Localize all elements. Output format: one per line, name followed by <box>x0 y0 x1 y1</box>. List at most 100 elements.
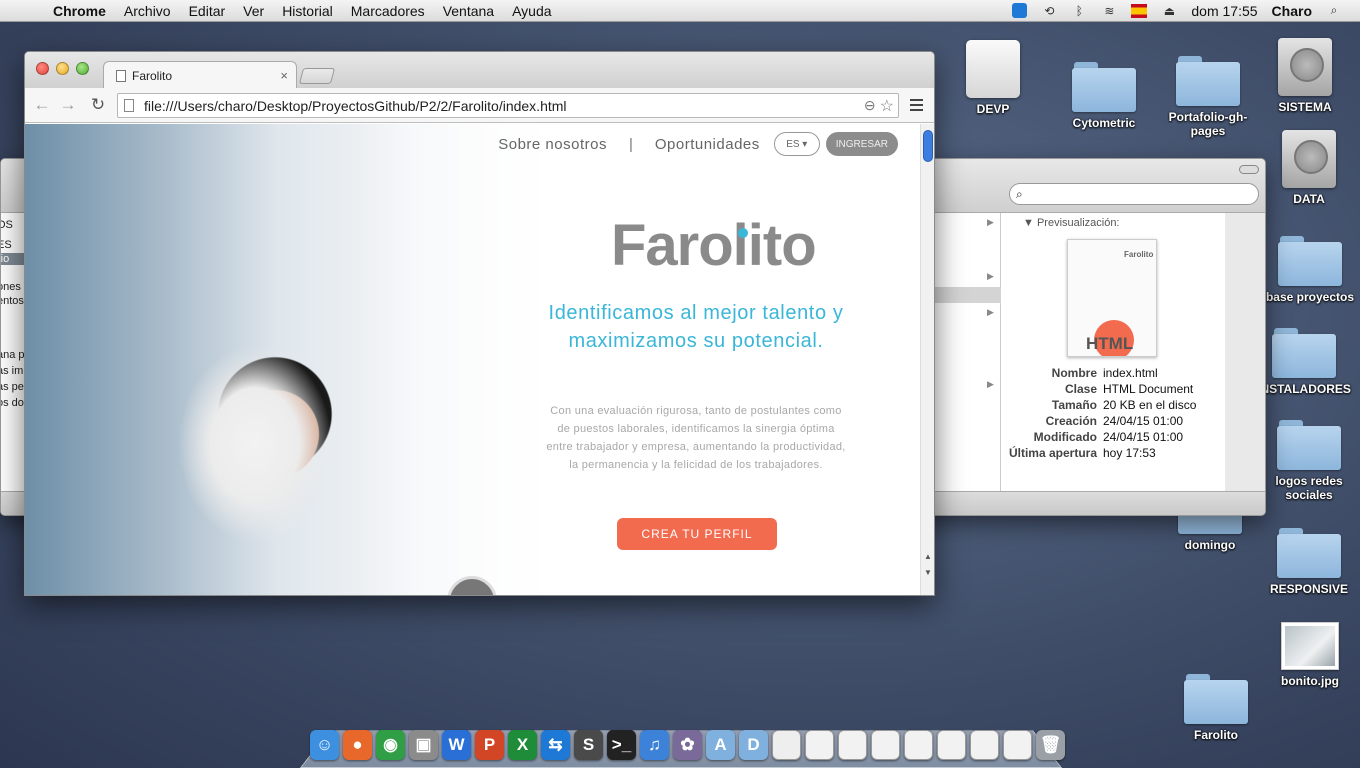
desktop-item-base-proyectos[interactable]: base proyectos <box>1260 236 1360 304</box>
input-source-flag-icon[interactable] <box>1131 3 1148 18</box>
sublime-icon[interactable]: S <box>574 730 603 760</box>
search-icon: ⌕ <box>1016 186 1023 201</box>
menu-app-name[interactable]: Chrome <box>44 3 115 19</box>
file-icon[interactable] <box>772 730 801 760</box>
screenshot-icon[interactable] <box>838 730 867 760</box>
disclosure-arrow-icon[interactable]: ▶ <box>987 271 994 282</box>
screenshot-icon[interactable] <box>871 730 900 760</box>
selected-row[interactable] <box>935 287 1001 303</box>
scrollbar-thumb[interactable] <box>923 130 933 162</box>
disclosure-arrow-icon[interactable]: ▶ <box>987 217 994 228</box>
scroll-down-arrow-icon[interactable]: ▼ <box>924 568 932 577</box>
list-item[interactable]: ES <box>1 239 26 251</box>
desktop-item-farolito[interactable]: Farolito <box>1166 674 1266 742</box>
applications-folder-icon[interactable]: A <box>706 730 735 760</box>
bluetooth-icon[interactable]: ᛒ <box>1071 4 1087 18</box>
folder-icon <box>1278 236 1342 286</box>
web-page: Sobre nosotros | Oportunidades ES ▾ INGR… <box>25 124 920 595</box>
disclosure-arrow-icon[interactable]: ▶ <box>987 379 994 390</box>
brand-logo: Farolito <box>611 213 817 278</box>
chrome-menu-icon[interactable] <box>910 99 923 111</box>
new-tab-button[interactable] <box>298 68 336 84</box>
bookmark-star-icon[interactable]: ☆ <box>880 96 894 116</box>
toolbar-toggle-button[interactable] <box>1239 165 1259 174</box>
teamviewer-icon[interactable]: ⇆ <box>541 730 570 760</box>
chrome-icon[interactable]: ◉ <box>376 730 405 760</box>
terminal-icon[interactable]: >_ <box>607 730 636 760</box>
excel-icon[interactable]: X <box>508 730 537 760</box>
menu-user[interactable]: Charo <box>1272 3 1312 19</box>
menu-historial[interactable]: Historial <box>273 3 342 19</box>
finder-search-input[interactable]: ⌕ <box>1009 183 1259 205</box>
menu-ver[interactable]: Ver <box>234 3 273 19</box>
zoom-window-button[interactable] <box>76 62 89 75</box>
tab-farolito[interactable]: Farolito × <box>103 61 297 89</box>
menu-editar[interactable]: Editar <box>180 3 235 19</box>
finder-icon[interactable]: ☺ <box>310 730 339 760</box>
finder-column: ▶ ▶ ▶ ▶ <box>935 213 1001 491</box>
preview-header[interactable]: ▼ Previsualización: <box>1023 217 1120 229</box>
desktop-item-bonito[interactable]: bonito.jpg <box>1260 622 1360 688</box>
close-tab-icon[interactable]: × <box>280 68 288 83</box>
itunes-icon[interactable]: ♫ <box>640 730 669 760</box>
desktop-item-logos-redes[interactable]: logos redes sociales <box>1259 420 1359 502</box>
html-badge: HTML <box>1086 334 1134 353</box>
desktop-item-devp[interactable]: DEVP <box>943 40 1043 116</box>
list-item[interactable]: entos <box>1 295 26 307</box>
menu-clock[interactable]: dom 17:55 <box>1191 3 1257 19</box>
screenshot-icon[interactable] <box>1003 730 1032 760</box>
list-item[interactable]: rio <box>1 253 26 265</box>
folder-icon <box>1184 674 1248 724</box>
nav-about-link[interactable]: Sobre nosotros <box>498 136 607 153</box>
menu-archivo[interactable]: Archivo <box>115 3 180 19</box>
page-scrollbar[interactable]: ▲ ▼ <box>920 124 934 595</box>
screenshot-icon[interactable] <box>937 730 966 760</box>
list-item[interactable]: as pe <box>1 381 26 393</box>
minimize-window-button[interactable] <box>56 62 69 75</box>
desktop-item-portafolio[interactable]: Portafolio-gh-pages <box>1158 56 1258 138</box>
meta-value: 20 KB en el disco <box>1103 398 1197 412</box>
scroll-up-arrow-icon[interactable]: ▲ <box>924 552 932 561</box>
list-item[interactable]: os do <box>1 397 26 409</box>
time-machine-icon[interactable]: ⟲ <box>1041 4 1057 18</box>
meta-key: Modificado <box>1033 430 1097 444</box>
list-item[interactable]: OS <box>1 219 26 231</box>
desktop-item-cytometric[interactable]: Cytometric <box>1054 62 1154 130</box>
menu-ayuda[interactable]: Ayuda <box>503 3 560 19</box>
desktop-item-data[interactable]: DATA <box>1259 130 1359 206</box>
desktop-item-sistema[interactable]: SISTEMA <box>1255 38 1355 114</box>
screenshot-icon[interactable] <box>805 730 834 760</box>
eject-icon[interactable]: ⏏ <box>1161 4 1177 18</box>
disclosure-arrow-icon[interactable]: ▶ <box>987 307 994 318</box>
preview-icon[interactable]: ▣ <box>409 730 438 760</box>
menu-marcadores[interactable]: Marcadores <box>342 3 434 19</box>
zoom-icon[interactable]: ⊖ <box>864 97 876 114</box>
forward-arrow-icon[interactable]: → <box>57 94 79 116</box>
address-bar[interactable]: file:///Users/charo/Desktop/ProyectosGit… <box>117 93 899 118</box>
reload-icon[interactable]: ↻ <box>87 94 109 116</box>
teamviewer-status-icon[interactable] <box>1012 3 1028 18</box>
back-arrow-icon[interactable]: ← <box>31 94 53 116</box>
list-item[interactable]: as im <box>1 365 26 377</box>
spotlight-search-icon[interactable]: ⌕ <box>1326 3 1342 18</box>
login-button[interactable]: INGRESAR <box>825 132 898 156</box>
documents-folder-icon[interactable]: D <box>739 730 768 760</box>
powerpoint-icon[interactable]: P <box>475 730 504 760</box>
create-profile-button[interactable]: CREA TU PERFIL <box>617 518 777 550</box>
language-select[interactable]: ES ▾ <box>773 132 820 156</box>
close-window-button[interactable] <box>36 62 49 75</box>
list-item[interactable]: ones <box>1 281 26 293</box>
menu-ventana[interactable]: Ventana <box>434 3 503 19</box>
screenshot-icon[interactable] <box>904 730 933 760</box>
nav-opportunities-link[interactable]: Oportunidades <box>655 136 760 153</box>
desktop-item-instaladores[interactable]: INSTALADORES <box>1254 328 1354 396</box>
firefox-icon[interactable]: ● <box>343 730 372 760</box>
screenshot-icon[interactable] <box>970 730 999 760</box>
list-item[interactable]: ana p <box>1 349 26 361</box>
wifi-icon[interactable]: ≋ <box>1101 4 1117 18</box>
desktop-item-responsive[interactable]: RESPONSIVE <box>1259 528 1359 596</box>
trash-icon[interactable]: 🗑 <box>1036 730 1065 760</box>
desktop-item-label: bonito.jpg <box>1281 674 1339 688</box>
photos-icon[interactable]: ✿ <box>673 730 702 760</box>
word-icon[interactable]: W <box>442 730 471 760</box>
